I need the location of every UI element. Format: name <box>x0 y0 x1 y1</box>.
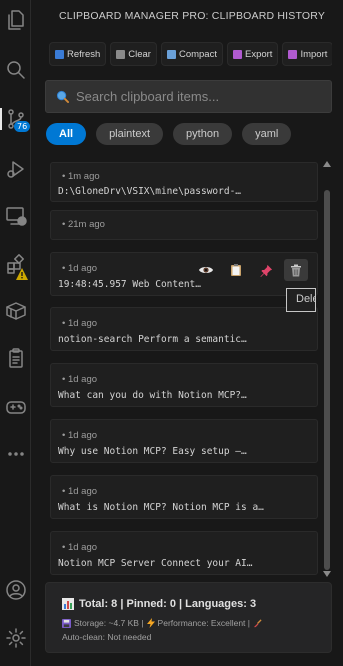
item-content: D:\GloneDrv\VSIX\mine\password-… <box>58 186 242 197</box>
list-item[interactable]: • 1d ago notion-search Perform a semanti… <box>50 307 318 351</box>
item-time: • 21m ago <box>62 219 105 230</box>
search-input[interactable] <box>76 89 316 104</box>
list-item[interactable]: • 1d ago Why use Notion MCP? Easy setup … <box>50 419 318 463</box>
stats-details: Storage: ~4.7 KB | Performance: Excellen… <box>62 618 262 628</box>
filter-python[interactable]: python <box>173 123 233 145</box>
clipboard-list: • 1m ago D:\GloneDrv\VSIX\mine\password-… <box>50 157 318 577</box>
activity-bar: 76 <box>0 0 31 666</box>
preview-button[interactable] <box>194 259 218 281</box>
explorer-icon[interactable] <box>0 3 31 37</box>
search-icon[interactable] <box>0 53 31 87</box>
item-time: • 1d ago <box>62 263 98 274</box>
gamepad-icon[interactable] <box>0 390 31 424</box>
scroll-down-icon[interactable] <box>323 571 331 577</box>
clear-button[interactable]: Clear <box>110 42 157 66</box>
item-actions <box>194 259 308 281</box>
autoclean-status: Auto-clean: Not needed <box>62 632 152 642</box>
list-item[interactable]: • 1m ago D:\GloneDrv\VSIX\mine\password-… <box>50 162 318 202</box>
scroll-thumb[interactable] <box>324 190 330 570</box>
clipboard-copy-icon <box>231 264 241 276</box>
bar-chart-icon <box>62 598 74 610</box>
account-icon[interactable] <box>0 573 31 607</box>
eye-icon <box>199 267 213 273</box>
item-time: • 1m ago <box>62 171 100 182</box>
list-scrollbar[interactable] <box>323 158 331 578</box>
broom-icon <box>253 618 262 627</box>
item-content: Notion MCP Server Connect your AI… <box>58 558 253 569</box>
copy-button[interactable] <box>224 259 248 281</box>
compact-icon <box>166 49 176 59</box>
item-time: • 1d ago <box>62 486 98 497</box>
settings-icon[interactable] <box>0 621 31 655</box>
source-control-icon[interactable]: 76 <box>0 102 31 136</box>
list-item[interactable]: • 1d ago What is Notion MCP? Notion MCP … <box>50 475 318 519</box>
remote-explorer-icon[interactable] <box>0 199 31 233</box>
item-content: notion-search Perform a semantic… <box>58 334 247 345</box>
trash-icon <box>116 49 126 59</box>
filter-plaintext[interactable]: plaintext <box>96 123 164 145</box>
extensions-icon[interactable] <box>0 248 31 282</box>
list-item[interactable]: • 21m ago <box>50 210 318 240</box>
panel-title: CLIPBOARD MANAGER PRO: CLIPBOARD HISTORY <box>59 10 326 22</box>
more-icon[interactable] <box>0 437 31 471</box>
search-icon <box>56 90 69 103</box>
item-time: • 1d ago <box>62 374 98 385</box>
run-debug-icon[interactable] <box>0 152 31 186</box>
warning-icon <box>16 268 28 280</box>
list-item[interactable]: • 1d ago What can you do with Notion MCP… <box>50 363 318 407</box>
pin-button[interactable] <box>254 259 278 281</box>
item-content: What can you do with Notion MCP?… <box>58 390 247 401</box>
item-content: What is Notion MCP? Notion MCP is a… <box>58 502 264 513</box>
trash-icon <box>291 264 301 276</box>
filter-yaml[interactable]: yaml <box>242 123 292 145</box>
scroll-up-icon[interactable] <box>323 161 331 167</box>
refresh-icon <box>55 49 64 59</box>
language-filters: All plaintext python yaml <box>46 123 292 145</box>
pin-icon <box>259 264 272 277</box>
filter-all[interactable]: All <box>46 123 87 145</box>
item-content: 19:48:45.957 Web Content… <box>58 279 201 290</box>
source-control-badge: 76 <box>14 121 31 132</box>
stats-footer: Total: 8 | Pinned: 0 | Languages: 3 Stor… <box>45 582 332 653</box>
clipboard-panel: CLIPBOARD MANAGER PRO: CLIPBOARD HISTORY… <box>32 0 343 666</box>
delete-button[interactable] <box>284 259 308 281</box>
item-time: • 1d ago <box>62 318 98 329</box>
export-icon <box>232 49 242 59</box>
export-button[interactable]: Export <box>226 42 279 66</box>
list-item[interactable]: • 1d ago Notion MCP Server Connect your … <box>50 531 318 575</box>
floppy-icon <box>62 618 71 628</box>
tooltip-delete: Delete <box>286 288 316 312</box>
lightning-icon <box>146 618 155 628</box>
clipboard-icon[interactable] <box>0 341 31 375</box>
item-content: Why use Notion MCP? Easy setup —… <box>58 446 247 457</box>
stats-summary: Total: 8 | Pinned: 0 | Languages: 3 <box>62 598 256 610</box>
import-button[interactable]: Import <box>282 42 332 66</box>
refresh-button[interactable]: Refresh <box>49 42 107 66</box>
box-icon[interactable] <box>0 294 31 328</box>
item-time: • 1d ago <box>62 430 98 441</box>
list-item[interactable]: • 1d ago 19:48:45.957 Web Content… <box>50 252 318 296</box>
compact-button[interactable]: Compact <box>160 42 223 66</box>
item-time: • 1d ago <box>62 542 98 553</box>
toolbar: Refresh Clear Compact Export Import <box>49 42 332 68</box>
search-box <box>45 80 332 113</box>
import-icon <box>288 49 298 59</box>
